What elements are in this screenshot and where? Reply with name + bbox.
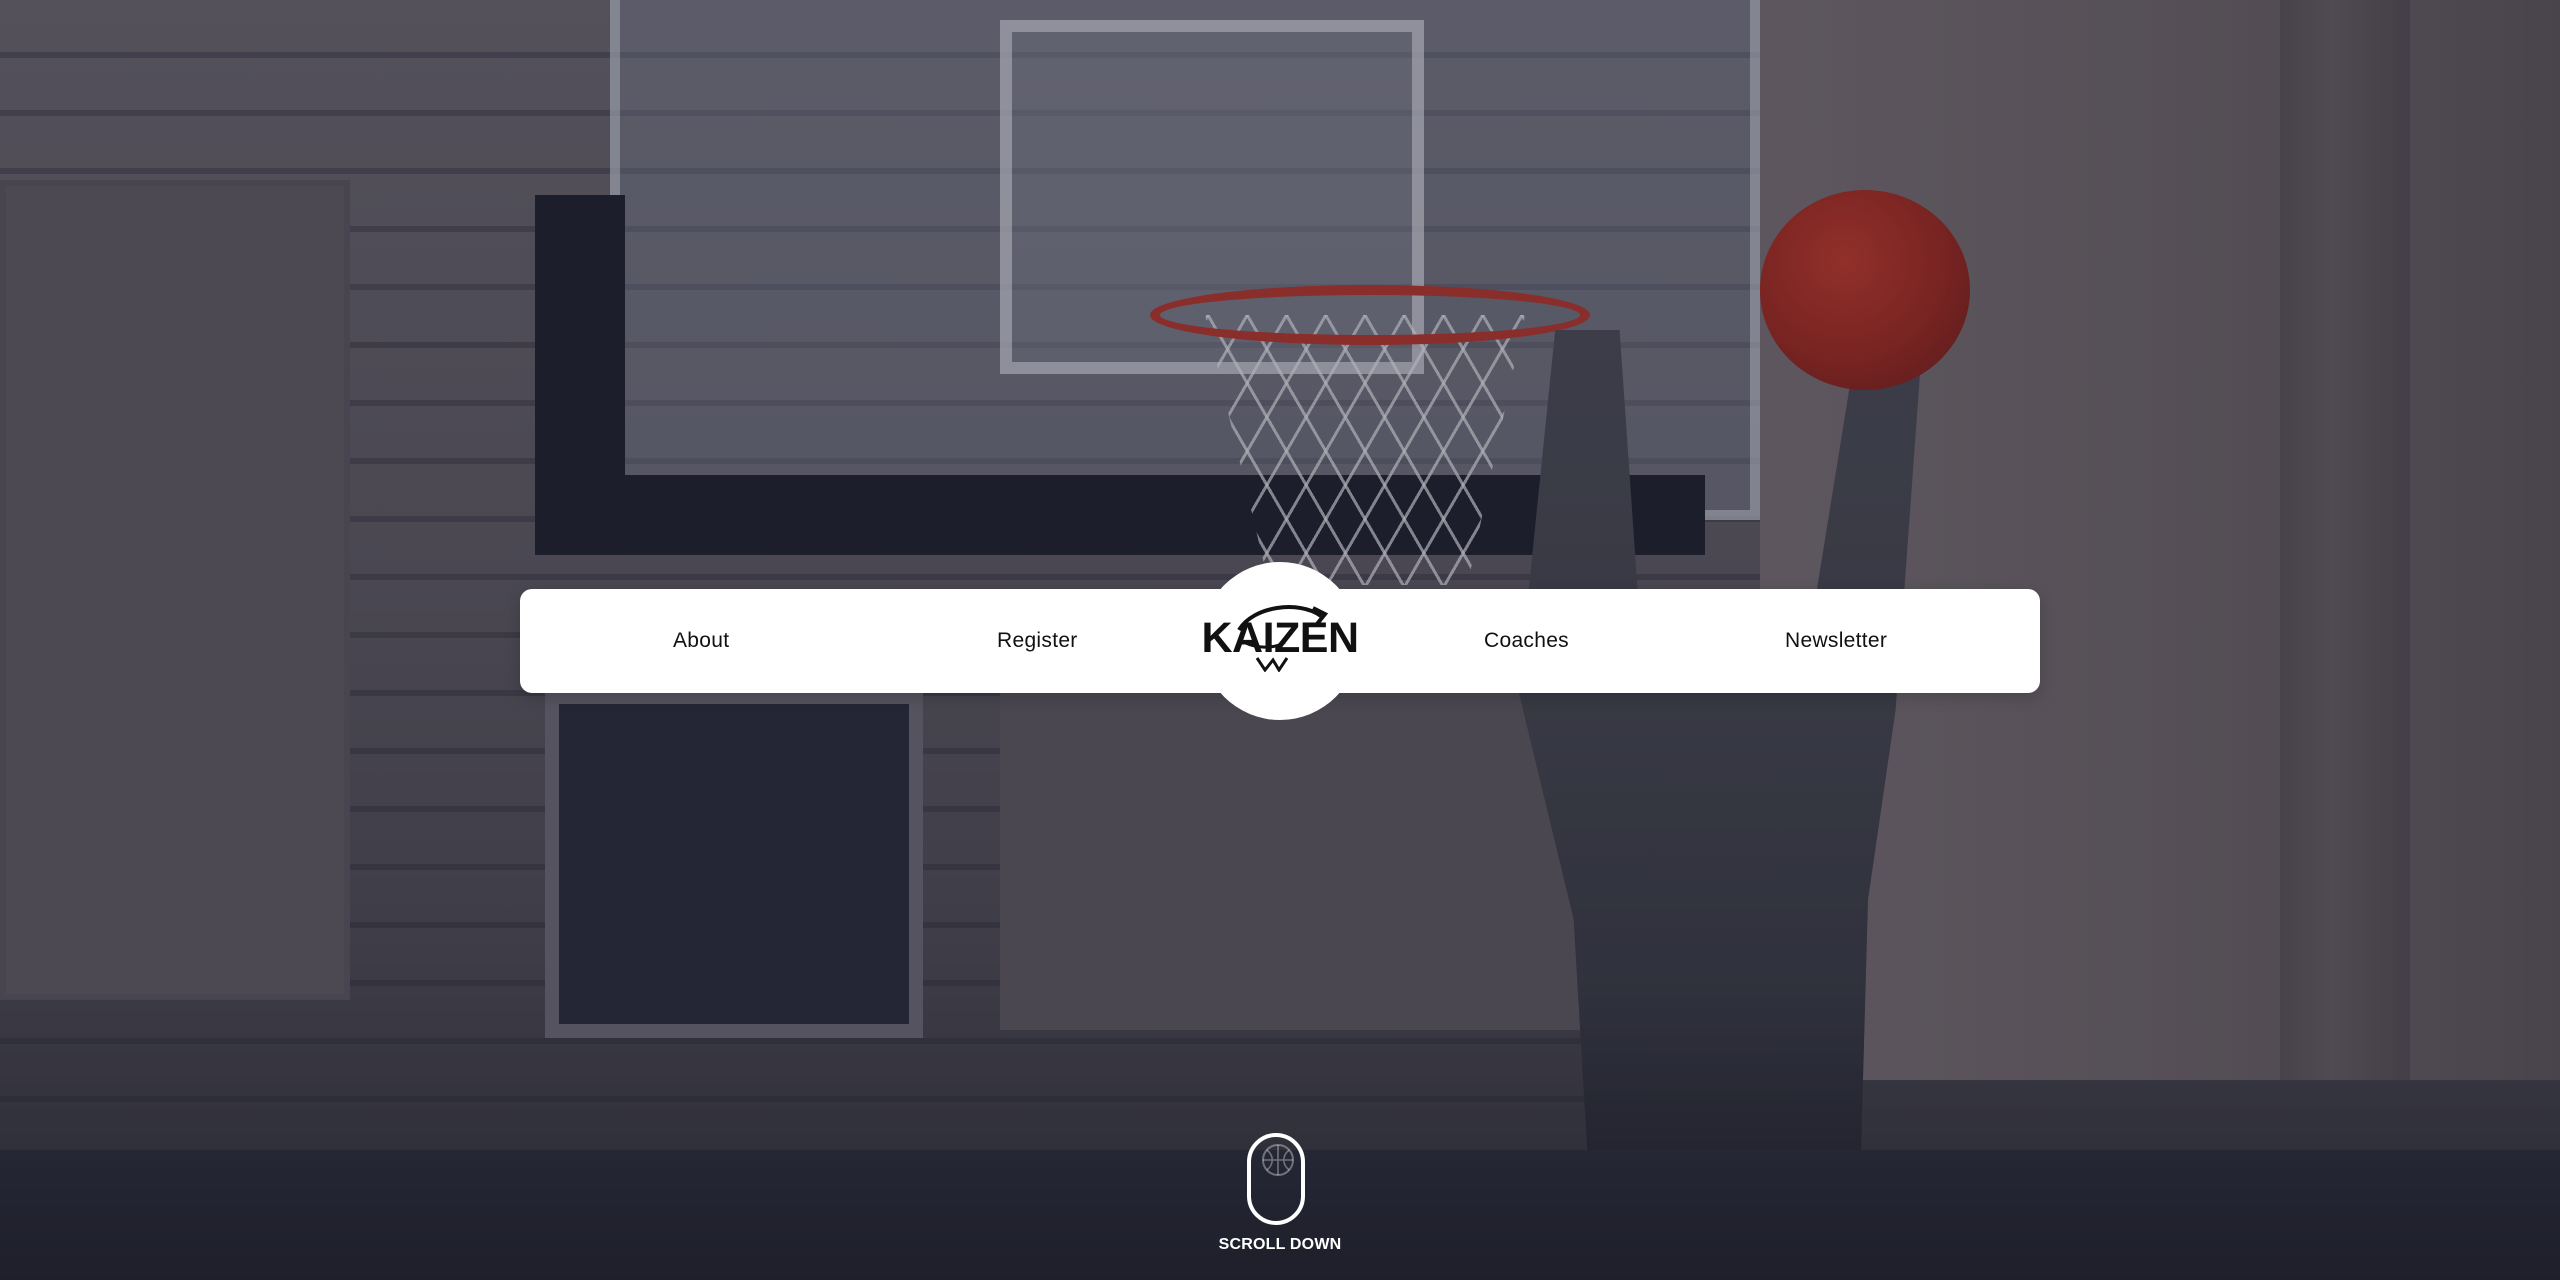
nav-link-coaches[interactable]: Coaches: [1484, 589, 1569, 693]
nav-link-newsletter[interactable]: Newsletter: [1785, 589, 1887, 693]
nav-link-register[interactable]: Register: [997, 589, 1078, 693]
logo-wordmark: KAIZEN: [1201, 614, 1359, 662]
mouse-scroll-icon: [1262, 1144, 1294, 1176]
scroll-down-label: SCROLL DOWN: [1218, 1236, 1342, 1253]
hero-section: About Register Coaches Newsletter KAIZEN…: [0, 0, 2560, 1280]
nav-link-about[interactable]: About: [673, 589, 729, 693]
